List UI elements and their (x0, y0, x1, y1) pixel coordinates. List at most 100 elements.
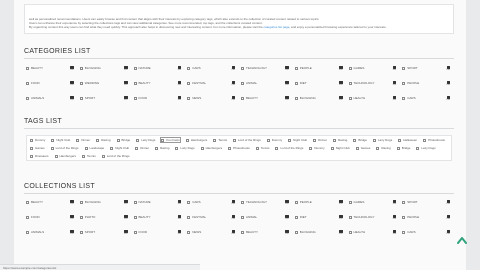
checkbox-box[interactable] (50, 146, 54, 150)
collection-edit-button[interactable]: Edit (70, 215, 74, 220)
category-edit-button[interactable]: Edit (285, 81, 289, 86)
checkbox-box[interactable] (135, 146, 139, 150)
tag-checkbox[interactable]: Lazy Dogs (175, 146, 195, 150)
checkbox-box[interactable] (228, 146, 232, 150)
collection-checkbox[interactable]: DIET (294, 215, 307, 219)
category-checkbox[interactable]: BLOGGING (294, 96, 316, 100)
tag-checkbox[interactable]: Games (355, 146, 370, 150)
checkbox-box[interactable] (133, 215, 137, 219)
tag-checkbox[interactable]: Dinner (76, 138, 90, 142)
category-edit-button[interactable]: Edit (177, 66, 182, 71)
checkbox-box[interactable] (373, 138, 377, 142)
checkbox-box[interactable] (79, 96, 83, 100)
tag-checkbox[interactable]: Racing (96, 138, 111, 142)
collection-checkbox[interactable]: BEAUTY (26, 200, 43, 204)
collection-checkbox[interactable]: BLOGGING (294, 230, 316, 234)
checkbox-box[interactable] (241, 96, 244, 100)
category-edit-button[interactable]: Edit (231, 81, 235, 86)
category-checkbox[interactable]: WEDDING (79, 81, 99, 85)
tag-checkbox[interactable]: Tennis (82, 154, 96, 158)
collection-edit-button[interactable]: Edit (446, 215, 450, 220)
category-edit-button[interactable]: Edit (124, 66, 128, 71)
collection-checkbox[interactable]: TECHNOLOGY (348, 215, 375, 219)
category-edit-button[interactable]: Edit (285, 96, 289, 101)
category-edit-button[interactable]: Edit (70, 81, 74, 86)
checkbox-box[interactable] (241, 200, 244, 204)
tag-checkbox[interactable]: Halloween (398, 138, 417, 142)
category-edit-button[interactable]: Edit (392, 96, 397, 101)
checkbox-box[interactable] (51, 138, 55, 142)
collection-checkbox[interactable]: FOOD (26, 215, 40, 219)
collection-checkbox[interactable]: FESTIVAL (187, 215, 206, 219)
collection-edit-button[interactable]: Edit (339, 200, 343, 205)
collection-checkbox[interactable]: PHOTO (79, 215, 95, 219)
checkbox-box[interactable] (26, 81, 29, 85)
collection-checkbox[interactable]: BEAUTY (133, 215, 151, 219)
category-checkbox[interactable]: NATURE (133, 66, 151, 70)
collection-edit-button[interactable]: Edit (446, 200, 450, 205)
category-edit-button[interactable]: Edit (124, 96, 128, 101)
category-edit-button[interactable]: Edit (446, 66, 450, 71)
category-checkbox[interactable]: BEAUTY (26, 66, 43, 70)
checkbox-box[interactable] (402, 66, 406, 70)
tag-checkbox[interactable]: Bridge (116, 138, 130, 142)
checkbox-box[interactable] (241, 215, 244, 219)
checkbox-box[interactable] (275, 146, 279, 150)
checkbox-box[interactable] (313, 138, 317, 142)
checkbox-box[interactable] (30, 146, 33, 150)
checkbox-box[interactable] (348, 96, 352, 100)
checkbox-box[interactable] (376, 146, 380, 150)
intro-link[interactable]: categories list page (264, 25, 290, 29)
checkbox-box[interactable] (330, 146, 334, 150)
checkbox-box[interactable] (402, 215, 406, 219)
checkbox-box[interactable] (398, 138, 402, 142)
checkbox-box[interactable] (54, 154, 58, 158)
collection-edit-button[interactable]: Edit (285, 215, 289, 220)
category-checkbox[interactable]: SPORT (79, 96, 95, 100)
checkbox-box[interactable] (416, 146, 420, 150)
tag-checkbox[interactable]: Photoshoots (423, 138, 445, 142)
checkbox-box[interactable] (402, 96, 406, 100)
tag-checkbox[interactable]: Lord of the Rings (50, 146, 79, 150)
checkbox-box[interactable] (348, 230, 352, 234)
category-edit-button[interactable]: Edit (339, 66, 343, 71)
category-checkbox[interactable]: ANIMAL (241, 81, 257, 85)
checkbox-box[interactable] (175, 146, 179, 150)
category-edit-button[interactable]: Edit (124, 81, 128, 86)
checkbox-box[interactable] (309, 146, 313, 150)
category-checkbox[interactable]: BEAUTY (133, 81, 151, 85)
category-checkbox[interactable]: TECHNOLOGY (348, 81, 375, 85)
checkbox-box[interactable] (161, 138, 165, 142)
checkbox-box[interactable] (348, 66, 352, 70)
tag-checkbox[interactable]: Tennis (255, 146, 269, 150)
category-edit-button[interactable]: Edit (231, 96, 235, 101)
checkbox-box[interactable] (213, 138, 217, 142)
category-checkbox[interactable]: HEALTH (348, 96, 365, 100)
collection-checkbox[interactable]: GAMES (348, 200, 364, 204)
checkbox-box[interactable] (116, 138, 120, 142)
category-edit-button[interactable]: Edit (339, 96, 343, 101)
category-edit-button[interactable]: Edit (285, 66, 289, 71)
tag-checkbox[interactable]: Tennis (213, 138, 227, 142)
checkbox-box[interactable] (185, 138, 189, 142)
collection-checkbox[interactable]: ANIMALS (26, 230, 44, 234)
checkbox-box[interactable] (241, 81, 244, 85)
collection-checkbox[interactable]: PEOPLE (294, 200, 312, 204)
category-edit-button[interactable]: Edit (392, 66, 397, 71)
checkbox-box[interactable] (402, 81, 406, 85)
tag-checkbox[interactable]: Hamburgers (185, 138, 207, 142)
category-checkbox[interactable]: BLOGGING (79, 66, 101, 70)
tag-checkbox[interactable]: Games (30, 146, 45, 150)
checkbox-box[interactable] (30, 138, 33, 142)
category-edit-button[interactable]: Edit (231, 66, 235, 71)
category-edit-button[interactable]: Edit (177, 96, 182, 101)
collection-checkbox[interactable]: BLOGGING (79, 200, 101, 204)
checkbox-box[interactable] (187, 200, 191, 204)
category-checkbox[interactable]: BEAUTY (241, 96, 258, 100)
tag-checkbox[interactable]: Hamburgers (54, 154, 76, 158)
tag-checkbox[interactable]: Photoshoots (228, 146, 250, 150)
checkbox-box[interactable] (133, 230, 137, 234)
collection-checkbox[interactable]: ANIMAL (241, 215, 257, 219)
collection-checkbox[interactable]: BEAUTY (241, 230, 258, 234)
checkbox-box[interactable] (353, 138, 357, 142)
